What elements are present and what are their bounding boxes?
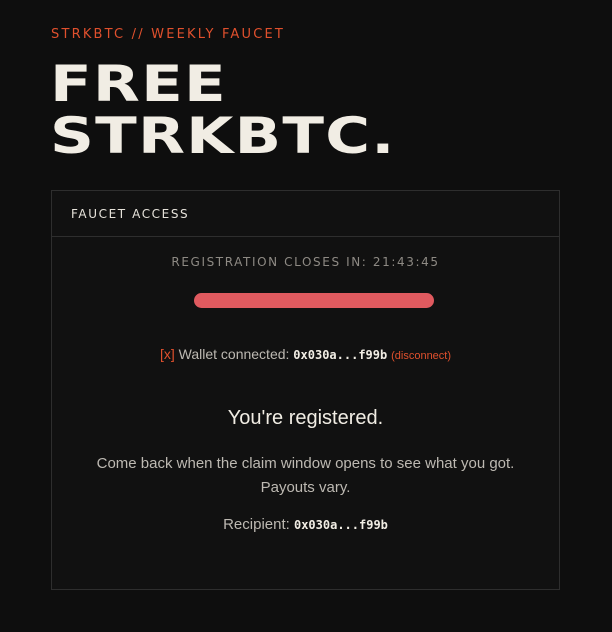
card-title: FAUCET ACCESS xyxy=(71,206,190,221)
page-title: FREE STRKBTC. xyxy=(50,58,396,162)
disconnect-link[interactable]: (disconnect) xyxy=(391,350,451,362)
claim-message: Come back when the claim window opens to… xyxy=(52,452,559,500)
recipient-address: 0x030a...f99b xyxy=(293,518,388,532)
redacted-content xyxy=(194,293,434,308)
wallet-address: 0x030a...f99b xyxy=(293,348,388,362)
registration-status: You're registered. xyxy=(227,407,384,429)
faucet-eyebrow: STRKBTC // WEEKLY FAUCET xyxy=(51,27,286,42)
countdown-label: REGISTRATION CLOSES IN: xyxy=(171,255,368,269)
page-title-line-2: STRKBTC. xyxy=(50,107,396,165)
page-title-line-1: FREE xyxy=(50,55,227,113)
wallet-label: Wallet connected: xyxy=(178,346,290,362)
registration-countdown: REGISTRATION CLOSES IN: 21:43:45 xyxy=(52,255,559,269)
wallet-status: [x] Wallet connected: 0x030a...f99b (dis… xyxy=(52,346,559,362)
faucet-access-card: FAUCET ACCESS REGISTRATION CLOSES IN: 21… xyxy=(51,190,560,590)
recipient-label: Recipient: xyxy=(223,516,290,533)
countdown-value: 21:43:45 xyxy=(372,255,440,269)
card-header: FAUCET ACCESS xyxy=(52,191,559,237)
wallet-marker: [x] xyxy=(159,346,175,362)
recipient-row: Recipient: 0x030a...f99b xyxy=(52,516,559,533)
claim-message-line-1: Come back when the claim window opens to… xyxy=(96,455,515,472)
claim-message-line-2: Payouts vary. xyxy=(260,479,351,496)
